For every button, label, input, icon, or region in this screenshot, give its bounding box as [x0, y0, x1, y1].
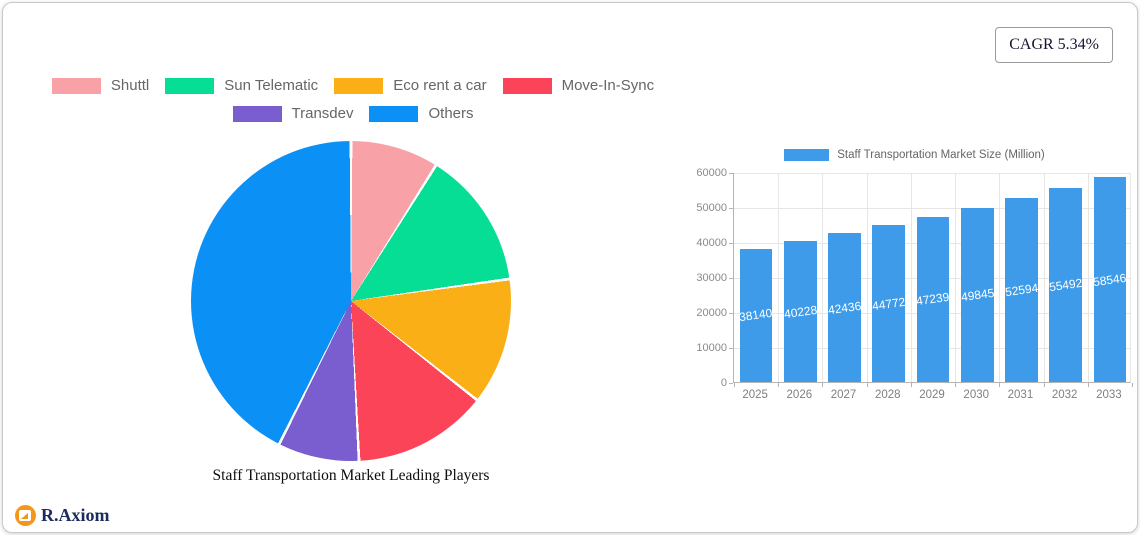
x-axis-tick: [778, 383, 779, 387]
x-axis-label: 2032: [1043, 389, 1087, 401]
legend-swatch: [233, 106, 282, 122]
y-axis-label: 40000: [691, 237, 727, 249]
x-axis-tick: [1088, 383, 1089, 387]
legend-label: Transdev: [292, 105, 354, 122]
x-axis-tick: [999, 383, 1000, 387]
legend-item-transdev[interactable]: Transdev: [233, 105, 354, 122]
bar-value-label: 42436: [827, 298, 862, 317]
x-axis-label: 2033: [1087, 389, 1131, 401]
x-axis-tick: [867, 383, 868, 387]
y-axis-tick: [729, 208, 733, 209]
x-axis-tick: [822, 383, 823, 387]
bar-2031[interactable]: 52594: [1005, 198, 1038, 382]
bar-value-label: 58546: [1092, 270, 1127, 289]
x-axis-label: 2029: [910, 389, 954, 401]
y-axis-tick: [729, 278, 733, 279]
x-axis-label: 2026: [777, 389, 821, 401]
legend-swatch: [334, 78, 383, 94]
bar-value-label: 52594: [1004, 281, 1039, 300]
brand-name: R.Axiom: [41, 505, 110, 526]
x-axis-label: 2027: [821, 389, 865, 401]
legend-item-sun-telematic[interactable]: Sun Telematic: [165, 77, 318, 94]
y-axis-label: 20000: [691, 307, 727, 319]
bar-2030[interactable]: 49845: [961, 208, 994, 382]
y-axis-tick: [729, 243, 733, 244]
bar-plot: 38140 40228 42436 44772 47239 49845 52594 55492…: [733, 173, 1131, 383]
bar-2027[interactable]: 42436: [828, 233, 861, 382]
bar-value-label: 38140: [739, 306, 774, 325]
y-axis-tick: [729, 348, 733, 349]
legend-item-others[interactable]: Others: [369, 105, 473, 122]
bar-2025[interactable]: 38140: [740, 249, 773, 382]
x-axis-label: 2028: [866, 389, 910, 401]
legend-swatch: [165, 78, 214, 94]
bar-value-label: 55492: [1048, 276, 1083, 295]
y-axis-tick: [729, 173, 733, 174]
y-axis-label: 30000: [691, 272, 727, 284]
y-axis-label: 60000: [691, 167, 727, 179]
x-axis-tick: [911, 383, 912, 387]
x-axis-tick: [734, 383, 735, 387]
y-axis-tick: [729, 383, 733, 384]
bar-2032[interactable]: 55492: [1049, 188, 1082, 382]
pie-chart[interactable]: [191, 141, 511, 461]
brand-logo: R.Axiom: [15, 505, 110, 526]
cagr-badge: CAGR 5.34%: [995, 27, 1113, 63]
legend-item-eco-rent-a-car[interactable]: Eco rent a car: [334, 77, 486, 94]
legend-label: Shuttl: [111, 77, 149, 94]
bar-value-label: 40228: [783, 302, 818, 321]
y-axis-label: 50000: [691, 202, 727, 214]
bar-value-label: 44772: [871, 294, 906, 313]
y-axis-tick: [729, 313, 733, 314]
legend-label: Eco rent a car: [393, 77, 486, 94]
x-axis-labels: 202520262027202820292030203120322033: [733, 389, 1131, 405]
bar-value-label: 49845: [960, 286, 995, 305]
x-axis-tick: [1132, 383, 1133, 387]
x-axis-label: 2031: [998, 389, 1042, 401]
legend-item-move-in-sync[interactable]: Move-In-Sync: [503, 77, 655, 94]
x-axis-tick: [955, 383, 956, 387]
legend-swatch: [369, 106, 418, 122]
legend-swatch: [52, 78, 101, 94]
bar-2029[interactable]: 47239: [917, 217, 950, 382]
bar-2028[interactable]: 44772: [872, 225, 905, 382]
report-card: CAGR 5.34% Shuttl Sun Telematic Eco rent…: [2, 2, 1138, 533]
x-axis-label: 2030: [954, 389, 998, 401]
bar-value-label: 47239: [915, 290, 950, 309]
bar-chart: Staff Transportation Market Size (Millio…: [691, 143, 1138, 415]
y-axis-label: 10000: [691, 342, 727, 354]
legend-item-shuttl[interactable]: Shuttl: [52, 77, 149, 94]
brand-logo-icon: [15, 505, 36, 526]
legend-label: Others: [428, 105, 473, 122]
bar-2026[interactable]: 40228: [784, 241, 817, 382]
legend-label: Sun Telematic: [224, 77, 318, 94]
x-axis-tick: [1044, 383, 1045, 387]
pie-chart-title: Staff Transportation Market Leading Play…: [101, 467, 601, 485]
legend-label: Move-In-Sync: [562, 77, 655, 94]
legend-swatch: [503, 78, 552, 94]
bar-plot-wrap: 38140 40228 42436 44772 47239 49845 52594 55492…: [691, 143, 1138, 415]
y-axis-label: 0: [691, 377, 727, 389]
x-axis-label: 2025: [733, 389, 777, 401]
pie-legend: Shuttl Sun Telematic Eco rent a car Move…: [3, 77, 703, 122]
bar-2033[interactable]: 58546: [1094, 177, 1127, 382]
